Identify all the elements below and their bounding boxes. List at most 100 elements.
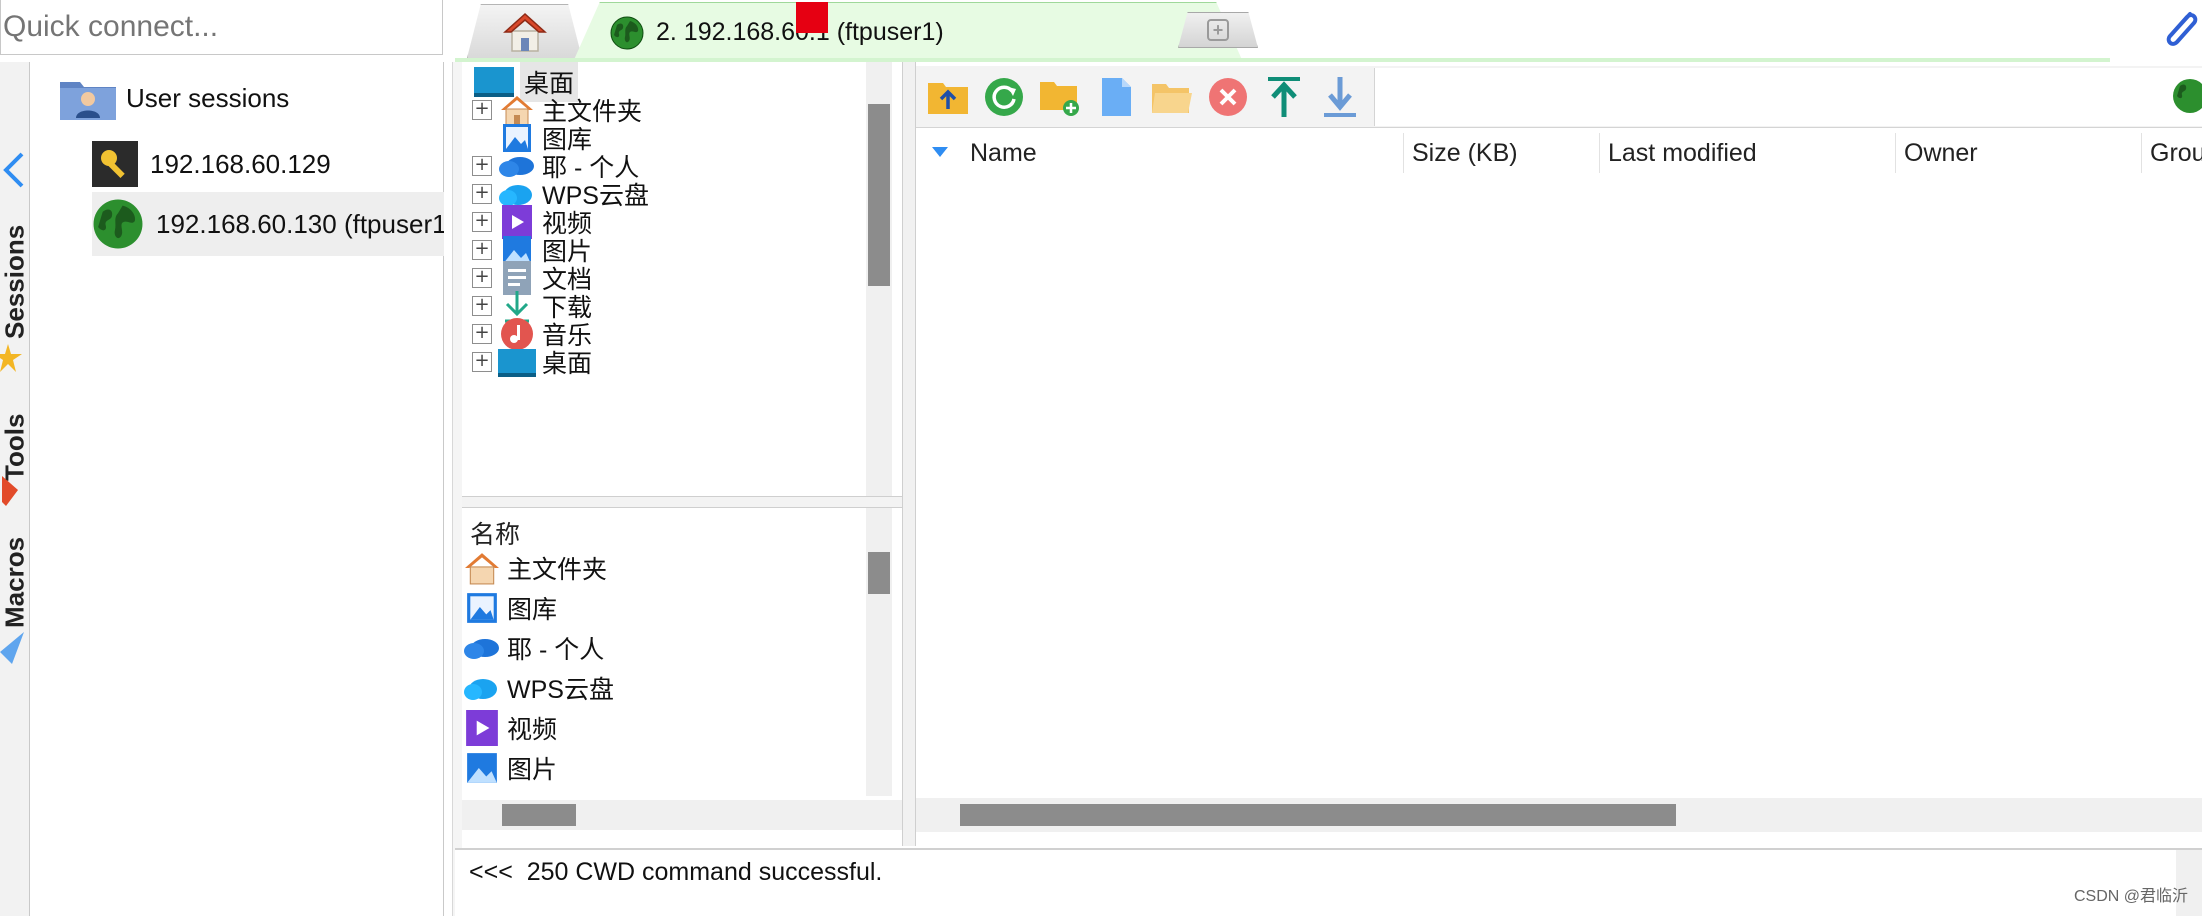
key-icon (92, 141, 138, 187)
command-log: <<< 250 CWD command successful. CSDN @君临… (455, 848, 2202, 916)
globe-icon (610, 16, 644, 49)
list-item-label: WPS云盘 (507, 676, 614, 704)
list-item-pictures[interactable]: 图片 (463, 748, 557, 788)
download-button[interactable] (1318, 75, 1362, 119)
column-name[interactable]: Name (916, 133, 1404, 173)
expand-icon[interactable]: + (472, 351, 492, 372)
scroll-thumb[interactable] (960, 804, 1676, 826)
paperclip-icon[interactable] (2156, 6, 2202, 54)
expand-icon[interactable]: + (472, 183, 492, 204)
session-tab-bar: 2. 192.168.60.1 (ftpuser1) + (455, 0, 2202, 62)
expand-icon[interactable]: + (472, 211, 492, 232)
home-icon (502, 12, 547, 52)
redaction-mark (796, 2, 828, 33)
list-vertical-scrollbar[interactable] (866, 508, 892, 796)
tree-vertical-scrollbar[interactable] (866, 62, 892, 496)
list-item-home[interactable]: 主文件夹 (463, 548, 607, 588)
column-label: Owner (1904, 138, 1978, 167)
column-last-modified[interactable]: Last modified (1600, 133, 1896, 173)
tab-sessions[interactable]: Sessions (0, 222, 30, 342)
tab-sessions-label: Sessions (0, 224, 30, 340)
refresh-icon (985, 78, 1023, 116)
new-tab-button[interactable]: + (1178, 12, 1258, 48)
remote-toolbar (916, 66, 2202, 128)
video-icon (463, 709, 501, 747)
user-folder-icon (60, 82, 116, 120)
delete-icon (1209, 78, 1247, 116)
scroll-thumb[interactable] (502, 804, 576, 826)
home-tab[interactable] (467, 4, 582, 58)
list-item-label: 主文件夹 (507, 556, 608, 584)
session-item-129[interactable]: 192.168.60.129 (92, 136, 331, 192)
list-item-label: 耶 - 个人 (507, 636, 605, 664)
log-line: <<< 250 CWD command successful. (469, 858, 883, 886)
session-item-label: 192.168.60.129 (150, 148, 331, 179)
column-label: Size (KB) (1412, 138, 1518, 167)
send-icon (0, 632, 24, 664)
local-horizontal-scrollbar[interactable] (462, 800, 902, 830)
column-owner[interactable]: Owner (1896, 133, 2142, 173)
column-group[interactable]: Group (2142, 133, 2202, 173)
expand-icon[interactable]: + (472, 323, 492, 344)
refresh-button[interactable] (982, 75, 1026, 119)
new-folder-button[interactable] (1038, 75, 1082, 119)
expand-icon[interactable]: + (472, 295, 492, 316)
delete-button[interactable] (1206, 75, 1250, 119)
picture-icon (463, 749, 501, 787)
user-sessions-folder[interactable]: User sessions (58, 72, 289, 124)
globe-icon (93, 199, 143, 249)
session-item-label: 192.168.60.130 (ftpuser1) (156, 208, 444, 239)
upload-button[interactable] (1262, 75, 1306, 119)
plus-icon: + (1207, 19, 1229, 41)
tree-item-desktop[interactable]: + 桌面 (472, 342, 592, 381)
upload-icon (1268, 77, 1300, 117)
expand-icon[interactable]: + (472, 239, 492, 260)
tools-icon (2, 476, 18, 506)
expand-icon[interactable]: + (472, 267, 492, 288)
desktop-icon (498, 343, 536, 381)
list-item-wps[interactable]: WPS云盘 (463, 668, 614, 708)
new-file-button[interactable] (1094, 75, 1138, 119)
new-file-icon (1102, 78, 1131, 116)
name-column-header[interactable]: 名称 (470, 515, 520, 551)
list-item-videos[interactable]: 视频 (463, 708, 557, 748)
column-size[interactable]: Size (KB) (1404, 133, 1600, 173)
new-folder-icon (1040, 82, 1079, 116)
pane-splitter[interactable] (902, 62, 916, 846)
collapse-arrow-icon[interactable] (0, 150, 26, 190)
remote-file-list[interactable] (916, 173, 2202, 798)
expand-icon[interactable]: + (472, 155, 492, 176)
expand-icon[interactable]: + (472, 99, 492, 120)
column-label: Last modified (1608, 138, 1757, 167)
tree-item-label: 桌面 (542, 349, 593, 378)
session-item-130[interactable]: 192.168.60.130 (ftpuser1) (92, 192, 444, 256)
remote-path-box[interactable] (1374, 68, 2202, 126)
scroll-thumb[interactable] (868, 552, 890, 594)
column-label: Group (2150, 138, 2202, 167)
tab-macros[interactable]: Macros (0, 532, 30, 632)
list-item-gallery[interactable]: 图库 (463, 588, 557, 628)
cloud-icon (463, 629, 501, 667)
folder-up-icon (928, 83, 968, 114)
home-folder-icon (463, 549, 501, 587)
sessions-group-label: User sessions (126, 82, 290, 113)
tab-ftp-session[interactable]: 2. 192.168.60.1 (ftpuser1) (573, 2, 1243, 62)
globe-icon (2173, 79, 2202, 113)
side-tab-strip: Sessions Tools Macros (0, 62, 30, 916)
parent-directory-button[interactable] (926, 75, 970, 119)
list-item-onedrive[interactable]: 耶 - 个人 (463, 628, 604, 668)
star-icon (0, 344, 22, 372)
folder-icon (1152, 84, 1192, 113)
list-item-label: 图库 (507, 596, 558, 624)
quick-connect-input[interactable] (0, 0, 443, 55)
tab-tools-label: Tools (0, 413, 30, 481)
local-splitter[interactable] (462, 496, 902, 508)
remote-column-header: Name Size (KB) Last modified Owner Group (916, 133, 2202, 173)
open-folder-button[interactable] (1150, 75, 1194, 119)
tab-macros-label: Macros (0, 536, 30, 628)
remote-horizontal-scrollbar[interactable] (916, 798, 2202, 832)
panel-splitter[interactable] (452, 62, 462, 916)
list-item-label: 视频 (507, 716, 558, 744)
gallery-icon (463, 589, 501, 627)
scroll-thumb[interactable] (868, 104, 890, 286)
